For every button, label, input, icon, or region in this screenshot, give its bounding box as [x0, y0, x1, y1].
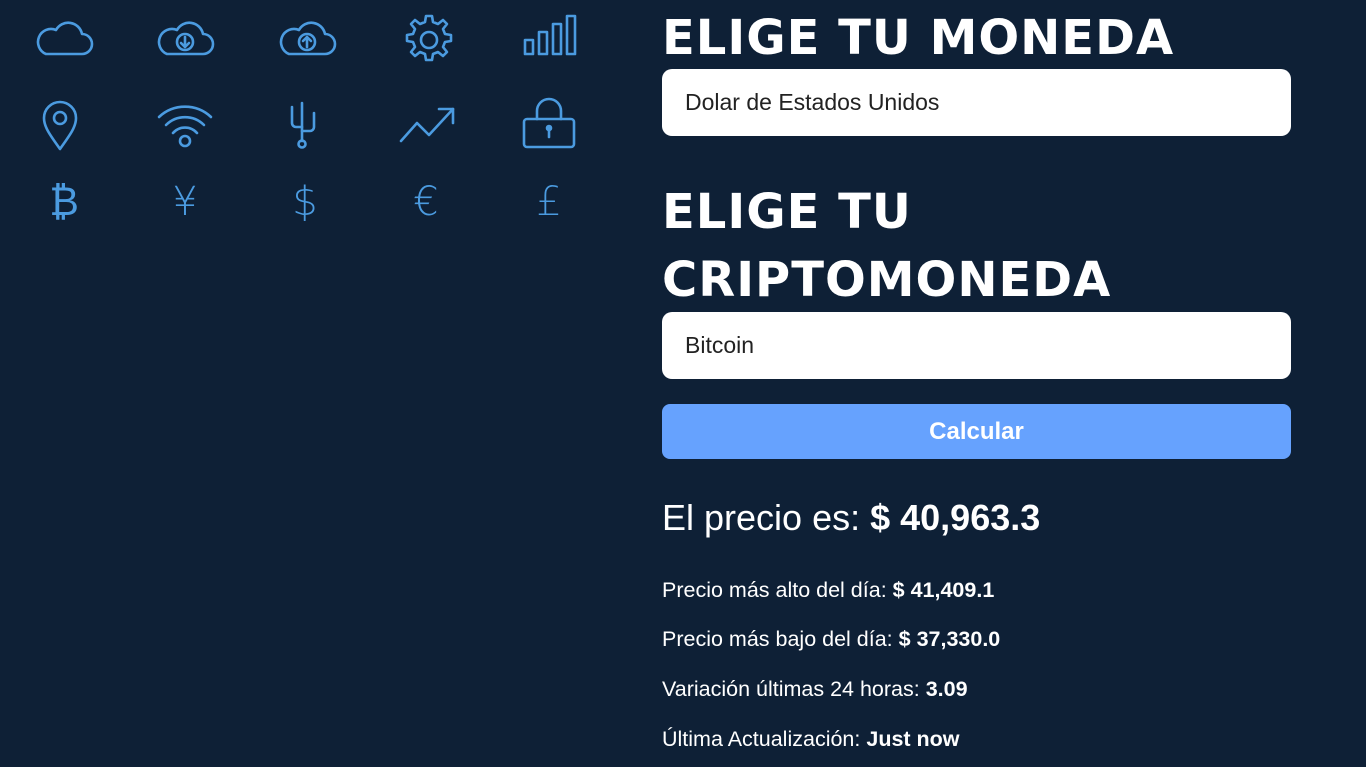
- change-24h-value: 3.09: [925, 677, 968, 701]
- wifi-icon: [153, 93, 217, 157]
- dollar-icon: $: [292, 179, 318, 225]
- low-price-value: $ 37,330.0: [898, 627, 1001, 651]
- crypto-select[interactable]: Bitcoin: [662, 312, 1291, 379]
- change-24h-line: Variación últimas 24 horas: 3.09: [662, 674, 968, 704]
- change-24h-label: Variación últimas 24 horas:: [662, 677, 920, 701]
- high-price-label: Precio más alto del día:: [662, 578, 887, 602]
- yen-icon: ¥: [172, 179, 198, 225]
- usb-icon: [270, 93, 334, 157]
- calculate-button[interactable]: Calcular: [662, 404, 1291, 459]
- currency-select[interactable]: Dolar de Estados Unidos: [662, 69, 1291, 136]
- location-pin-icon: [28, 93, 92, 157]
- cloud-upload-icon: [275, 8, 339, 72]
- trend-up-icon: [397, 93, 461, 157]
- high-price-value: $ 41,409.1: [892, 578, 995, 602]
- crypto-heading-line1: ELIGE TU: [662, 184, 912, 240]
- lock-icon: [517, 93, 581, 157]
- gear-icon: [397, 8, 461, 72]
- price-value: $ 40,963.3: [870, 497, 1041, 538]
- crypto-select-value: Bitcoin: [685, 332, 755, 358]
- decorative-icon-grid: ₿ ¥ $ € £: [0, 0, 620, 260]
- price-label: El precio es:: [662, 497, 861, 538]
- currency-heading: ELIGE TU MONEDA: [662, 10, 1175, 66]
- low-price-line: Precio más bajo del día: $ 37,330.0: [662, 624, 1000, 654]
- cloud-download-icon: [153, 8, 217, 72]
- price-result: El precio es: $ 40,963.3: [662, 494, 1040, 542]
- pound-icon: £: [536, 179, 562, 225]
- crypto-heading-line2: CRIPTOMONEDA: [662, 252, 1112, 308]
- euro-icon: €: [413, 179, 439, 225]
- last-update-line: Última Actualización: Just now: [662, 724, 960, 754]
- low-price-label: Precio más bajo del día:: [662, 627, 893, 651]
- cloud-icon: [32, 8, 96, 72]
- last-update-value: Just now: [866, 727, 960, 751]
- bitcoin-icon: ₿: [49, 179, 79, 225]
- last-update-label: Última Actualización:: [662, 727, 861, 751]
- high-price-line: Precio más alto del día: $ 41,409.1: [662, 575, 994, 605]
- bar-chart-icon: [519, 8, 583, 72]
- currency-select-value: Dolar de Estados Unidos: [685, 89, 940, 115]
